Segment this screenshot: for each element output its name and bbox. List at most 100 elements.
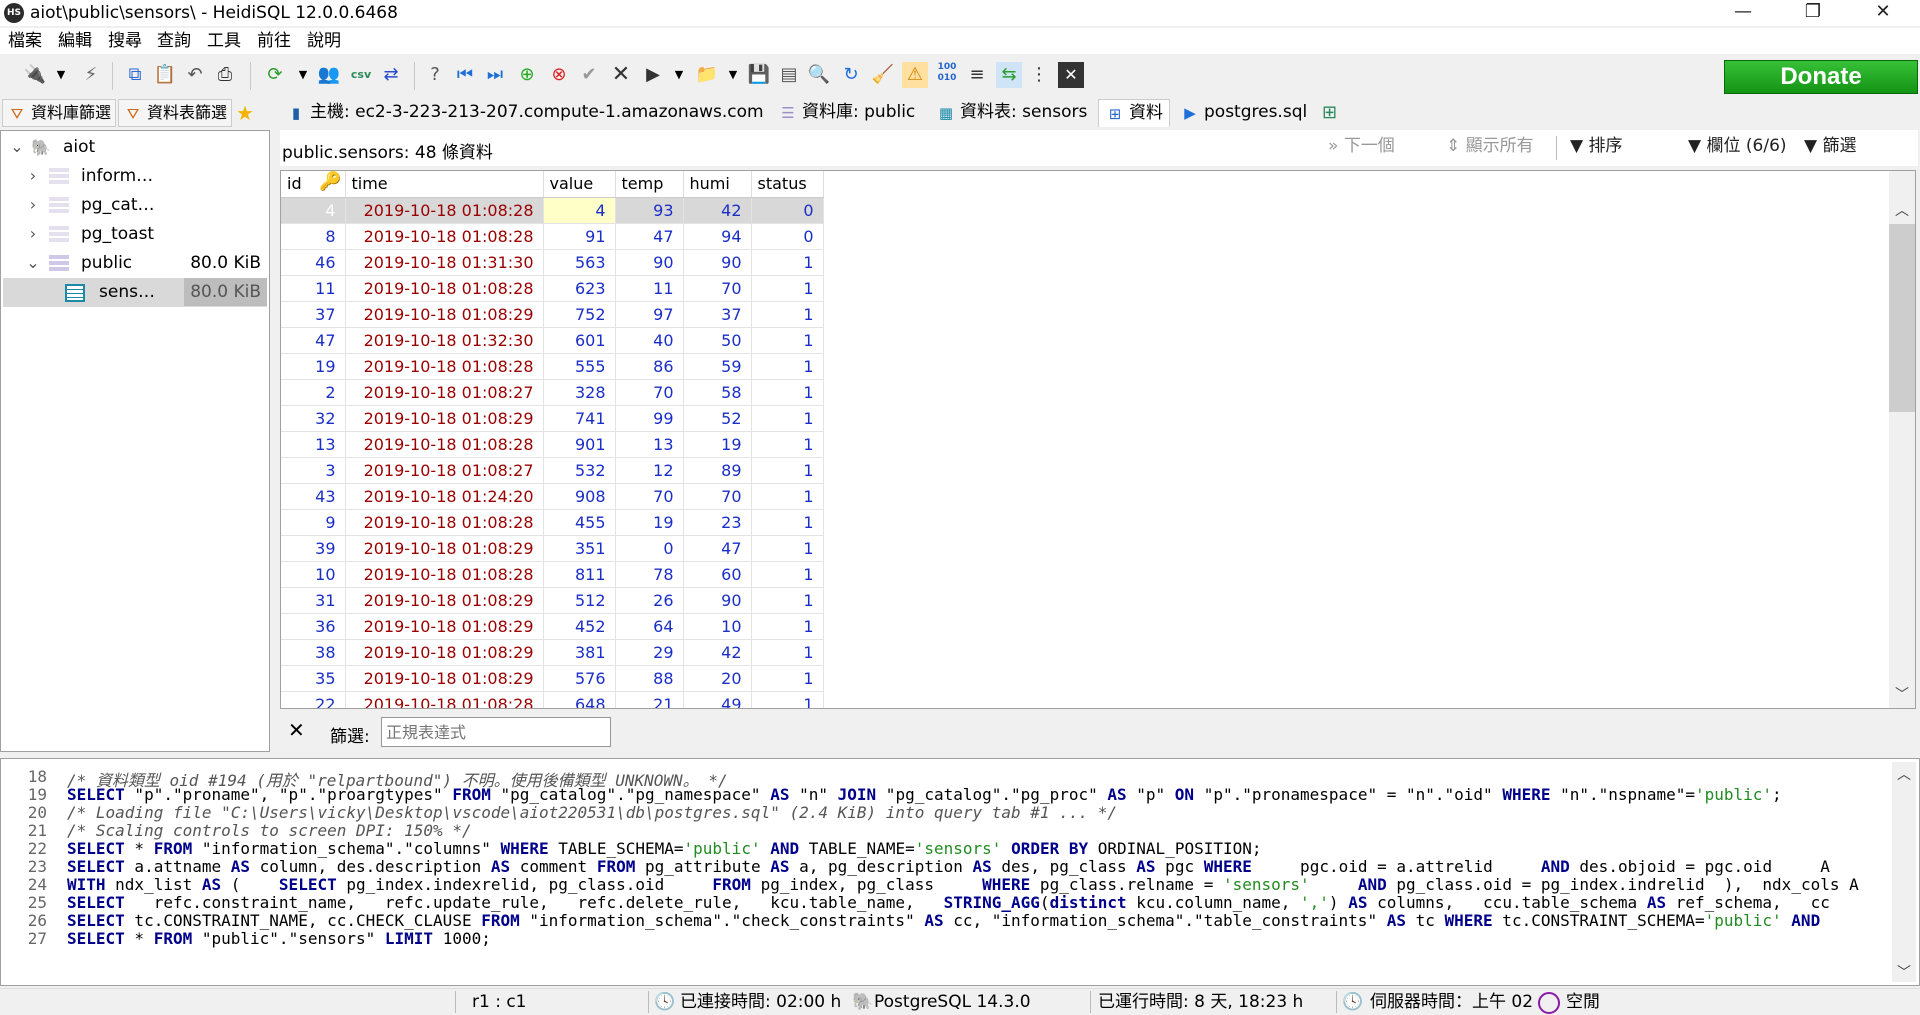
warning-icon[interactable]: ⚠ [902,62,928,88]
close-filter-icon[interactable]: ✕ [288,718,305,742]
chevron-right-icon[interactable]: › [23,162,43,190]
table-row[interactable]: 43 2019-10-18 01:24:20 908 70 70 1 [281,483,824,510]
table-cell-id[interactable]: 37 [281,301,346,328]
table-cell-time[interactable]: 2019-10-18 01:08:27 [345,457,544,484]
clear-icon[interactable]: 🧹 [870,62,896,88]
table-row[interactable]: 13 2019-10-18 01:08:28 901 13 19 1 [281,431,824,458]
table-cell-humi[interactable]: 42 [683,197,752,224]
table-row[interactable]: 22 2019-10-18 01:08:28 648 21 49 1 [281,691,824,708]
table-cell-status[interactable]: 1 [751,431,824,458]
table-cell-time[interactable]: 2019-10-18 01:08:28 [345,691,544,708]
table-cell-status[interactable]: 1 [751,665,824,692]
table-cell-temp[interactable]: 70 [615,483,684,510]
tab-query[interactable]: ▶ postgres.sql [1174,99,1313,127]
column-header-id[interactable]: id 🔑 [281,171,346,198]
table-cell-status[interactable]: 1 [751,405,824,432]
table-cell-temp[interactable]: 64 [615,613,684,640]
table-cell-humi[interactable]: 59 [683,353,752,380]
table-cell-temp[interactable]: 93 [615,197,684,224]
post-icon[interactable]: ✔ [576,62,602,88]
table-cell-time[interactable]: 2019-10-18 01:08:29 [345,665,544,692]
table-cell-value[interactable]: 455 [543,509,616,536]
table-cell-status[interactable]: 1 [751,639,824,666]
table-cell-id[interactable]: 8 [281,223,346,250]
table-cell-time[interactable]: 2019-10-18 01:32:30 [345,327,544,354]
table-cell-value[interactable]: 901 [543,431,616,458]
table-row[interactable]: 4 2019-10-18 01:08:28 4 93 42 0 [281,197,824,224]
columns-button[interactable]: ▼ 欄位 (6/6) [1688,134,1787,158]
chevron-right-icon[interactable]: › [23,191,43,219]
table-cell-humi[interactable]: 49 [683,691,752,708]
undo-icon[interactable]: ↶ [182,62,208,88]
table-cell-temp[interactable]: 40 [615,327,684,354]
table-cell-temp[interactable]: 70 [615,379,684,406]
table-cell-temp[interactable]: 21 [615,691,684,708]
tab-host[interactable]: ▮ 主機: ec2-3-223-213-207.compute-1.amazon… [280,99,770,127]
table-cell-status[interactable]: 1 [751,561,824,588]
table-cell-id[interactable]: 13 [281,431,346,458]
table-row[interactable]: 2 2019-10-18 01:08:27 328 70 58 1 [281,379,824,406]
export-csv-icon[interactable]: csv [348,62,374,88]
tree-root[interactable]: ⌄ 🐘 aiot [1,133,269,162]
table-cell-value[interactable]: 741 [543,405,616,432]
minimize-button[interactable]: — [1720,0,1766,26]
table-row[interactable]: 37 2019-10-18 01:08:29 752 97 37 1 [281,301,824,328]
table-cell-value[interactable]: 512 [543,587,616,614]
table-row[interactable]: 11 2019-10-18 01:08:28 623 11 70 1 [281,275,824,302]
sync-icon[interactable]: ⇆ [996,62,1022,88]
menu-edit[interactable]: 編輯 [58,30,92,52]
table-cell-value[interactable]: 381 [543,639,616,666]
scroll-up-icon[interactable]: ︿ [1889,200,1915,222]
table-cell-humi[interactable]: 89 [683,457,752,484]
chevron-down-icon[interactable]: ▼ [290,62,316,88]
delete-row-icon[interactable]: ⊗ [546,62,572,88]
table-cell-humi[interactable]: 47 [683,535,752,562]
help-icon[interactable]: ? [422,62,448,88]
column-header-temp[interactable]: temp [615,171,684,198]
table-row[interactable]: 47 2019-10-18 01:32:30 601 40 50 1 [281,327,824,354]
table-cell-id[interactable]: 31 [281,587,346,614]
table-cell-value[interactable]: 601 [543,327,616,354]
table-cell-humi[interactable]: 60 [683,561,752,588]
table-cell-humi[interactable]: 42 [683,639,752,666]
table-row[interactable]: 39 2019-10-18 01:08:29 351 0 47 1 [281,535,824,562]
donate-button[interactable]: Donate [1724,60,1918,94]
chevron-down-icon[interactable]: ⌄ [7,133,27,161]
table-cell-id[interactable]: 35 [281,665,346,692]
table-cell-temp[interactable]: 90 [615,249,684,276]
table-cell-id[interactable]: 47 [281,327,346,354]
table-cell-humi[interactable]: 37 [683,301,752,328]
table-cell-id[interactable]: 2 [281,379,346,406]
table-cell-value[interactable]: 91 [543,223,616,250]
show-all-button[interactable]: ⇕ 顯示所有 [1446,134,1534,158]
favorite-star-icon[interactable]: ★ [236,101,254,125]
filter-input[interactable] [381,717,611,747]
menu-query[interactable]: 查詢 [157,30,191,52]
table-cell-value[interactable]: 908 [543,483,616,510]
table-cell-status[interactable]: 1 [751,301,824,328]
table-cell-id[interactable]: 3 [281,457,346,484]
table-cell-time[interactable]: 2019-10-18 01:08:28 [345,197,544,224]
table-cell-humi[interactable]: 23 [683,509,752,536]
table-cell-value[interactable]: 811 [543,561,616,588]
table-cell-id[interactable]: 36 [281,613,346,640]
tree-item-sensors[interactable]: sens… 80.0 KiB [3,278,267,307]
table-cell-value[interactable]: 623 [543,275,616,302]
more-icon[interactable]: ⋮ [1026,62,1052,88]
word-wrap-icon[interactable]: ≡ [964,62,990,88]
first-record-icon[interactable]: ⏮ [452,62,478,88]
chevron-right-icon[interactable]: › [23,220,43,248]
column-header-status[interactable]: status [751,171,824,198]
menu-goto[interactable]: 前往 [257,30,291,52]
table-row[interactable]: 46 2019-10-18 01:31:30 563 90 90 1 [281,249,824,276]
table-cell-id[interactable]: 19 [281,353,346,380]
table-cell-id[interactable]: 10 [281,561,346,588]
table-cell-humi[interactable]: 94 [683,223,752,250]
table-cell-humi[interactable]: 52 [683,405,752,432]
table-cell-time[interactable]: 2019-10-18 01:08:28 [345,431,544,458]
table-cell-value[interactable]: 555 [543,353,616,380]
search-icon[interactable]: 🔍 [806,62,832,88]
table-cell-temp[interactable]: 0 [615,535,684,562]
refresh-icon[interactable]: ⟳ [262,62,288,88]
table-cell-id[interactable]: 39 [281,535,346,562]
